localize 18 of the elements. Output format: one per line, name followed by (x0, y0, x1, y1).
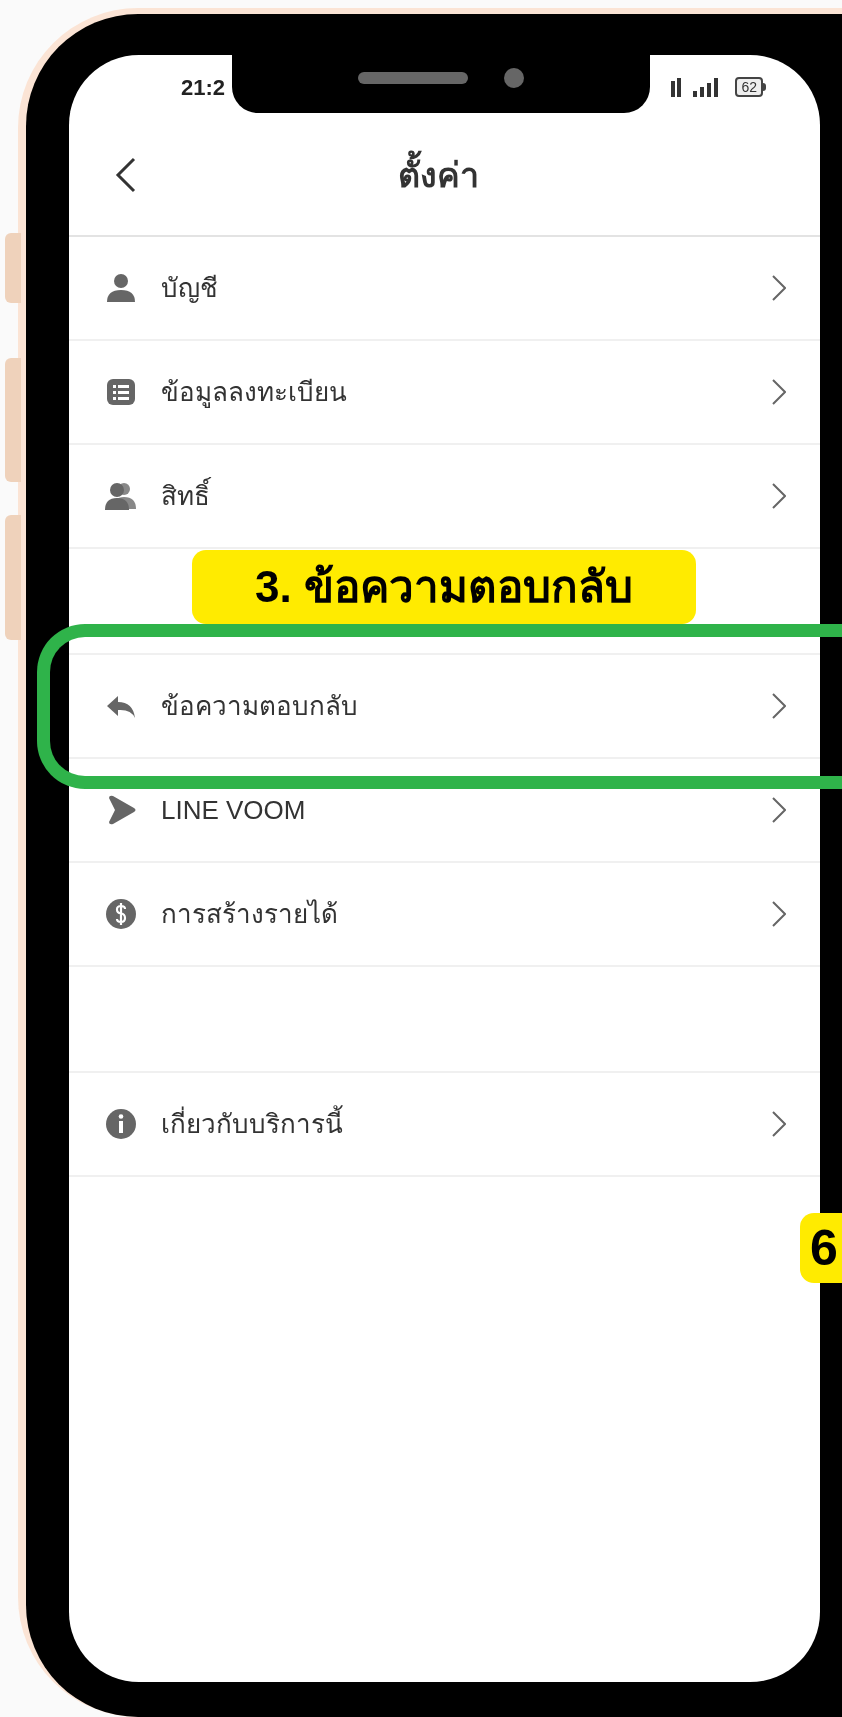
battery-icon: 62 (735, 77, 766, 97)
settings-row[interactable]: LINE VOOM (69, 759, 820, 863)
row-label: การสร้างรายได้ (161, 897, 339, 931)
row-label: LINE VOOM (161, 793, 307, 827)
row-label: สิทธิ์ (161, 476, 772, 516)
page-title: ตั้งค่า (398, 149, 491, 201)
settings-row[interactable]: ข้อความตอบกลับ (69, 655, 820, 759)
step-badge: 6 (800, 1213, 842, 1283)
row-label: ข้อมูลลงทะเบียน (161, 375, 348, 410)
status-time: 21:2 (181, 73, 226, 102)
settings-row[interactable]: บัญชี (69, 237, 820, 341)
step-label: 3. ข้อความตอบกลับ (192, 550, 696, 624)
row-label: เกี่ยวกับบริการนี้ (161, 1104, 772, 1144)
row-label: บัญชี (161, 271, 219, 305)
settings-row[interactable]: ข้อมูลลงทะเบียน (69, 341, 820, 445)
settings-row[interactable]: เกี่ยวกับบริการนี้ (69, 1073, 820, 1177)
row-label: ข้อความตอบกลับ (161, 689, 359, 723)
settings-row[interactable]: การสร้างรายได้ (69, 863, 820, 967)
